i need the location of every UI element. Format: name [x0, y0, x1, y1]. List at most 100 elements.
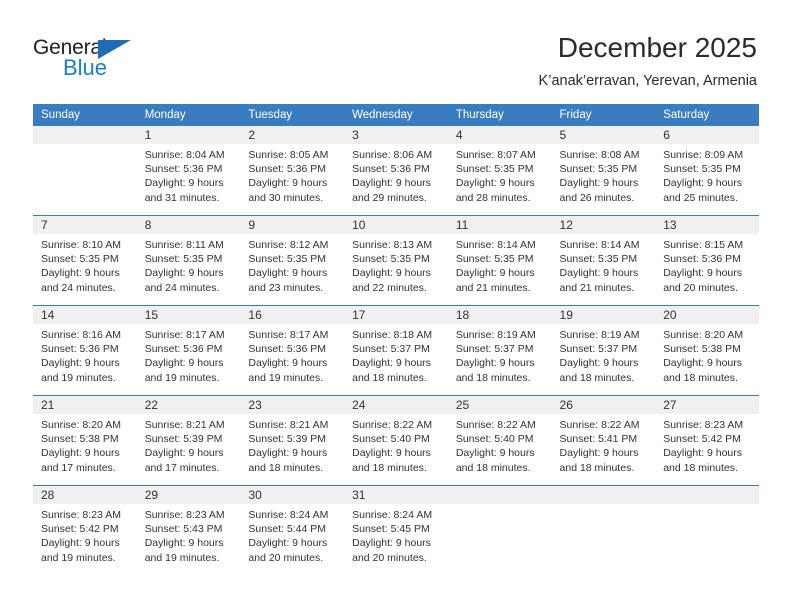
calendar-day-cell[interactable]: 4 Sunrise: 8:07 AM Sunset: 5:35 PM Daylight…: [447, 126, 552, 216]
sunset-time: Sunset: 5:44 PM: [248, 523, 327, 536]
calendar-day-cell[interactable]: 18 Sunrise: 8:19 AM Sunset: 5:37 PM Dayligh…: [447, 305, 552, 396]
day-number: [33, 126, 137, 144]
daylight-duration-line2: and 18 minutes.: [663, 371, 738, 384]
daylight-duration-line1: Daylight: 9 hours: [352, 357, 431, 370]
day-details: Sunrise: 8:19 AM Sunset: 5:37 PM Daylight:…: [448, 324, 552, 385]
day-number: 19: [551, 306, 656, 324]
calendar-day-cell[interactable]: 7 Sunrise: 8:10 AM Sunset: 5:35 PM Daylight…: [33, 215, 137, 306]
sunset-time: Sunset: 5:35 PM: [455, 253, 534, 266]
daylight-duration-line1: Daylight: 9 hours: [248, 267, 328, 280]
calendar-day-cell[interactable]: 27 Sunrise: 8:23 AM Sunset: 5:42 PM Dayligh…: [655, 395, 759, 486]
sunset-time: Sunset: 5:35 PM: [455, 163, 534, 176]
calendar-day-cell[interactable]: 1 Sunrise: 8:04 AM Sunset: 5:36 PM Daylight…: [136, 126, 241, 216]
day-number: 29: [136, 486, 241, 504]
daylight-duration-line1: Daylight: 9 hours: [144, 267, 224, 280]
calendar-day-cell[interactable]: 3 Sunrise: 8:06 AM Sunset: 5:36 PM Daylight…: [344, 126, 448, 216]
daylight-duration-line2: and 18 minutes.: [559, 371, 635, 384]
daylight-duration-line1: Daylight: 9 hours: [559, 357, 639, 370]
daylight-duration-line1: Daylight: 9 hours: [144, 537, 224, 550]
calendar-day-cell[interactable]: 16 Sunrise: 8:17 AM Sunset: 5:36 PM Dayligh…: [240, 305, 345, 396]
calendar-day-cell[interactable]: 13 Sunrise: 8:15 AM Sunset: 5:36 PM Dayligh…: [655, 215, 759, 306]
sunrise-time: Sunrise: 8:24 AM: [248, 509, 329, 521]
daylight-duration-line1: Daylight: 9 hours: [455, 177, 535, 190]
general-blue-logo[interactable]: General Blue: [33, 36, 153, 84]
page-subtitle: K’anak’erravan, Yerevan, Armenia: [538, 73, 757, 89]
day-details: Sunrise: 8:23 AM Sunset: 5:43 PM Daylight:…: [137, 504, 241, 565]
day-details: Sunrise: 8:22 AM Sunset: 5:40 PM Daylight:…: [448, 414, 552, 475]
calendar-day-cell[interactable]: 2 Sunrise: 8:05 AM Sunset: 5:36 PM Daylight…: [240, 126, 345, 216]
weekday-header-friday: Friday: [551, 104, 656, 126]
daylight-duration-line2: and 18 minutes.: [559, 461, 635, 474]
day-details: Sunrise: 8:15 AM Sunset: 5:36 PM Daylight:…: [655, 234, 759, 295]
calendar-day-cell[interactable]: 31 Sunrise: 8:24 AM Sunset: 5:45 PM Dayligh…: [344, 485, 448, 575]
day-number: 24: [344, 396, 448, 414]
calendar-day-cell[interactable]: 24 Sunrise: 8:22 AM Sunset: 5:40 PM Dayligh…: [344, 395, 448, 486]
daylight-duration-line1: Daylight: 9 hours: [144, 447, 224, 460]
day-details: Sunrise: 8:20 AM Sunset: 5:38 PM Daylight:…: [33, 414, 137, 475]
sunrise-time: Sunrise: 8:14 AM: [455, 239, 536, 251]
calendar-day-cell[interactable]: 30 Sunrise: 8:24 AM Sunset: 5:44 PM Dayligh…: [240, 485, 345, 575]
logo-text-blue: Blue: [63, 55, 108, 80]
calendar-day-cell[interactable]: 19 Sunrise: 8:19 AM Sunset: 5:37 PM Dayligh…: [551, 305, 656, 396]
day-details: Sunrise: 8:19 AM Sunset: 5:37 PM Daylight:…: [552, 324, 656, 385]
calendar-day-cell[interactable]: 26 Sunrise: 8:22 AM Sunset: 5:41 PM Dayligh…: [551, 395, 656, 486]
calendar-day-cell[interactable]: 5 Sunrise: 8:08 AM Sunset: 5:35 PM Daylight…: [551, 126, 656, 216]
calendar-day-cell[interactable]: 29 Sunrise: 8:23 AM Sunset: 5:43 PM Dayligh…: [136, 485, 241, 575]
sunset-time: Sunset: 5:37 PM: [352, 343, 430, 356]
daylight-duration-line2: and 21 minutes.: [559, 281, 635, 294]
day-number: 25: [447, 396, 552, 414]
day-details: Sunrise: 8:17 AM Sunset: 5:36 PM Daylight:…: [240, 324, 344, 385]
sunrise-time: Sunrise: 8:08 AM: [559, 149, 640, 161]
calendar-day-cell[interactable]: 6 Sunrise: 8:09 AM Sunset: 5:35 PM Daylight…: [655, 126, 759, 216]
calendar-day-cell[interactable]: 10 Sunrise: 8:13 AM Sunset: 5:35 PM Dayligh…: [344, 215, 448, 306]
sunset-time: Sunset: 5:36 PM: [41, 343, 119, 356]
calendar-day-cell[interactable]: 11 Sunrise: 8:14 AM Sunset: 5:35 PM Dayligh…: [447, 215, 552, 306]
day-number: 3: [344, 126, 448, 144]
daylight-duration-line2: and 28 minutes.: [455, 191, 531, 204]
daylight-duration-line1: Daylight: 9 hours: [663, 267, 743, 280]
day-number: 2: [240, 126, 345, 144]
day-details: Sunrise: 8:24 AM Sunset: 5:45 PM Daylight:…: [344, 504, 448, 565]
day-details: Sunrise: 8:21 AM Sunset: 5:39 PM Daylight:…: [137, 414, 241, 475]
calendar-day-cell-empty: [655, 485, 759, 575]
sunset-time: Sunset: 5:35 PM: [41, 253, 119, 266]
day-details: Sunrise: 8:14 AM Sunset: 5:35 PM Daylight:…: [448, 234, 552, 295]
calendar-day-cell[interactable]: 28 Sunrise: 8:23 AM Sunset: 5:42 PM Dayligh…: [33, 485, 137, 575]
calendar-day-cell[interactable]: 15 Sunrise: 8:17 AM Sunset: 5:36 PM Dayligh…: [136, 305, 241, 396]
calendar-day-cell[interactable]: 25 Sunrise: 8:22 AM Sunset: 5:40 PM Dayligh…: [447, 395, 552, 486]
day-number: 14: [33, 306, 137, 324]
sunset-time: Sunset: 5:36 PM: [144, 163, 223, 176]
daylight-duration-line1: Daylight: 9 hours: [144, 357, 224, 370]
calendar-day-cell[interactable]: 17 Sunrise: 8:18 AM Sunset: 5:37 PM Dayligh…: [344, 305, 448, 396]
calendar-day-cell[interactable]: 20 Sunrise: 8:20 AM Sunset: 5:38 PM Dayligh…: [655, 305, 759, 396]
daylight-duration-line2: and 17 minutes.: [41, 461, 116, 474]
calendar-day-cell[interactable]: 12 Sunrise: 8:14 AM Sunset: 5:35 PM Dayligh…: [551, 215, 656, 306]
calendar-day-cell[interactable]: 8 Sunrise: 8:11 AM Sunset: 5:35 PM Daylight…: [136, 215, 241, 306]
sunset-time: Sunset: 5:40 PM: [352, 433, 430, 446]
daylight-duration-line1: Daylight: 9 hours: [455, 357, 535, 370]
daylight-duration-line2: and 18 minutes.: [455, 461, 531, 474]
calendar-day-cell[interactable]: 23 Sunrise: 8:21 AM Sunset: 5:39 PM Dayligh…: [240, 395, 345, 486]
title-block: December 2025 K’anak’erravan, Yerevan, A…: [539, 31, 757, 90]
calendar-day-cell[interactable]: 22 Sunrise: 8:21 AM Sunset: 5:39 PM Dayligh…: [136, 395, 241, 486]
day-details: Sunrise: 8:17 AM Sunset: 5:36 PM Daylight:…: [137, 324, 241, 385]
sunrise-time: Sunrise: 8:23 AM: [41, 509, 121, 521]
calendar-day-cell[interactable]: 9 Sunrise: 8:12 AM Sunset: 5:35 PM Daylight…: [240, 215, 345, 306]
day-number: 30: [240, 486, 345, 504]
daylight-duration-line1: Daylight: 9 hours: [352, 537, 431, 550]
calendar-week-row: 14 Sunrise: 8:16 AM Sunset: 5:36 PM Dayligh…: [33, 305, 759, 396]
daylight-duration-line2: and 22 minutes.: [352, 281, 427, 294]
daylight-duration-line2: and 18 minutes.: [352, 371, 427, 384]
calendar-day-cell[interactable]: 14 Sunrise: 8:16 AM Sunset: 5:36 PM Dayligh…: [33, 305, 137, 396]
sunrise-time: Sunrise: 8:07 AM: [455, 149, 536, 161]
calendar-week-row: 28 Sunrise: 8:23 AM Sunset: 5:42 PM Dayligh…: [33, 485, 759, 575]
daylight-duration-line1: Daylight: 9 hours: [248, 177, 328, 190]
calendar-day-cell[interactable]: 21 Sunrise: 8:20 AM Sunset: 5:38 PM Dayligh…: [33, 395, 137, 486]
sunrise-time: Sunrise: 8:21 AM: [144, 419, 225, 431]
daylight-duration-line2: and 19 minutes.: [144, 551, 220, 564]
day-details: Sunrise: 8:05 AM Sunset: 5:36 PM Daylight:…: [240, 144, 344, 205]
daylight-duration-line2: and 20 minutes.: [248, 551, 324, 564]
sunset-time: Sunset: 5:35 PM: [352, 253, 430, 266]
day-details: Sunrise: 8:11 AM Sunset: 5:35 PM Daylight:…: [137, 234, 241, 295]
day-number: 27: [655, 396, 759, 414]
